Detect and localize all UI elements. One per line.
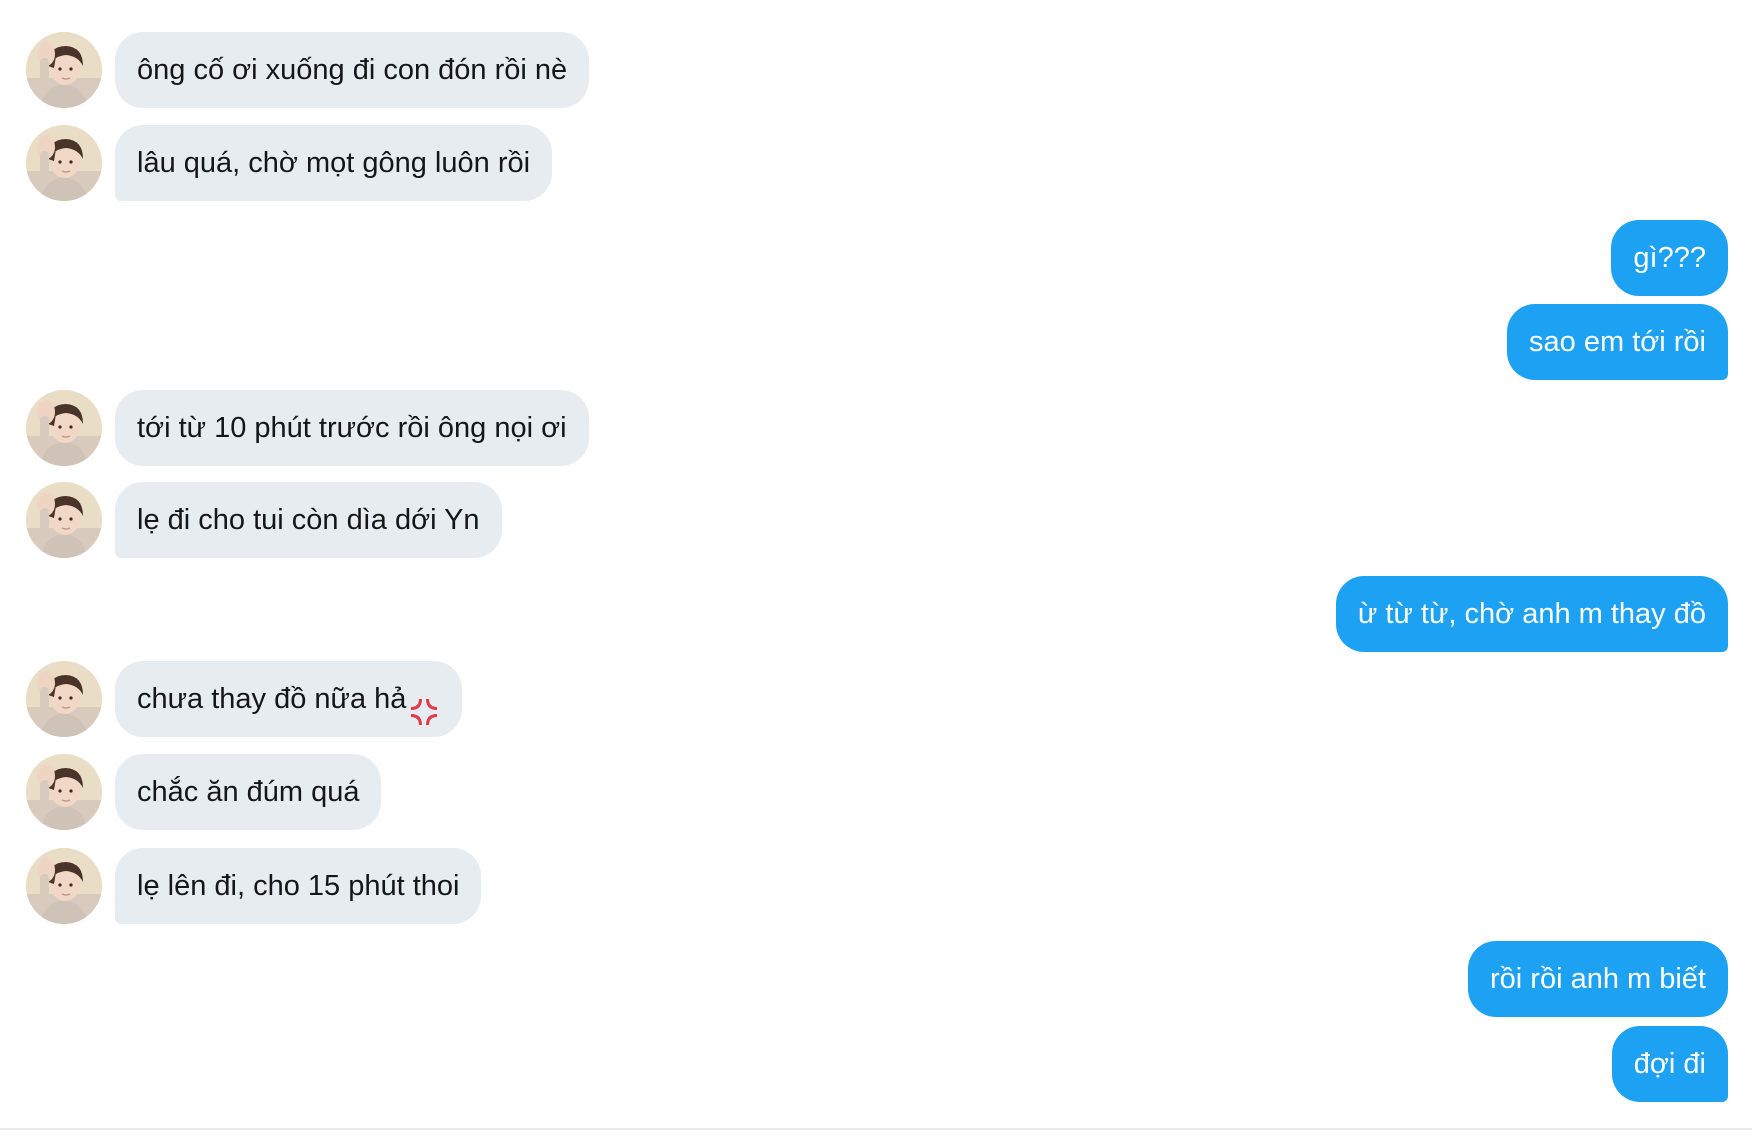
message-row: lẹ lên đi, cho 15 phút thoi bbox=[0, 848, 1752, 924]
message-row: chắc ăn đúm quá bbox=[0, 754, 1752, 830]
message-row: tới từ 10 phút trước rồi ông nọi ơi bbox=[0, 390, 1752, 466]
outgoing-message-bubble[interactable]: sao em tới rồi bbox=[1507, 304, 1728, 380]
incoming-message-bubble[interactable]: tới từ 10 phút trước rồi ông nọi ơi bbox=[115, 390, 589, 466]
avatar[interactable] bbox=[26, 661, 102, 737]
avatar[interactable] bbox=[26, 754, 102, 830]
incoming-message-bubble[interactable]: chắc ăn đúm quá bbox=[115, 754, 382, 830]
incoming-message-bubble[interactable]: lẹ lên đi, cho 15 phút thoi bbox=[115, 848, 482, 924]
incoming-message-bubble[interactable]: chưa thay đồ nữa hả bbox=[115, 661, 463, 737]
message-row: lẹ đi cho tui còn dìa dới Yn bbox=[0, 482, 1752, 558]
avatar[interactable] bbox=[26, 482, 102, 558]
message-text: sao em tới rồi bbox=[1529, 326, 1706, 358]
message-row: ông cố ơi xuống đi con đón rồi nè bbox=[0, 32, 1752, 108]
message-row: sao em tới rồi bbox=[0, 304, 1752, 380]
conversation-view: ông cố ơi xuống đi con đón rồi nè lâu qu… bbox=[0, 0, 1752, 1136]
message-text: chắc ăn đúm quá bbox=[137, 776, 360, 808]
avatar[interactable] bbox=[26, 32, 102, 108]
message-text: rồi rồi anh m biết bbox=[1490, 963, 1706, 995]
avatar[interactable] bbox=[26, 125, 102, 201]
message-text: ông cố ơi xuống đi con đón rồi nè bbox=[137, 54, 568, 86]
message-text: gì??? bbox=[1633, 242, 1706, 274]
divider bbox=[0, 1128, 1752, 1130]
incoming-message-bubble[interactable]: ông cố ơi xuống đi con đón rồi nè bbox=[115, 32, 590, 108]
avatar[interactable] bbox=[26, 390, 102, 466]
outgoing-message-bubble[interactable]: đợi đi bbox=[1611, 1026, 1728, 1102]
message-text: lẹ lên đi, cho 15 phút thoi bbox=[137, 870, 460, 902]
incoming-message-bubble[interactable]: lâu quá, chờ mọt gông luôn rồi bbox=[115, 125, 553, 201]
message-text: lẹ đi cho tui còn dìa dới Yn bbox=[137, 504, 480, 536]
message-text: chưa thay đồ nữa hả bbox=[137, 683, 407, 715]
message-row: lâu quá, chờ mọt gông luôn rồi bbox=[0, 125, 1752, 201]
message-row: đợi đi bbox=[0, 1026, 1752, 1102]
outgoing-message-bubble[interactable]: gì??? bbox=[1611, 220, 1728, 296]
message-text: đợi đi bbox=[1633, 1048, 1706, 1080]
incoming-message-bubble[interactable]: lẹ đi cho tui còn dìa dới Yn bbox=[115, 482, 502, 558]
message-text: lâu quá, chờ mọt gông luôn rồi bbox=[137, 147, 531, 179]
message-row: gì??? bbox=[0, 220, 1752, 296]
outgoing-message-bubble[interactable]: ừ từ từ, chờ anh m thay đồ bbox=[1335, 576, 1728, 652]
message-row: ừ từ từ, chờ anh m thay đồ bbox=[0, 576, 1752, 652]
message-text: ừ từ từ, chờ anh m thay đồ bbox=[1357, 598, 1706, 630]
message-row: rồi rồi anh m biết bbox=[0, 941, 1752, 1017]
message-text: tới từ 10 phút trước rồi ông nọi ơi bbox=[137, 412, 567, 444]
anger-symbol-icon bbox=[408, 681, 440, 726]
outgoing-message-bubble[interactable]: rồi rồi anh m biết bbox=[1468, 941, 1728, 1017]
message-row: chưa thay đồ nữa hả bbox=[0, 661, 1752, 737]
avatar[interactable] bbox=[26, 848, 102, 924]
